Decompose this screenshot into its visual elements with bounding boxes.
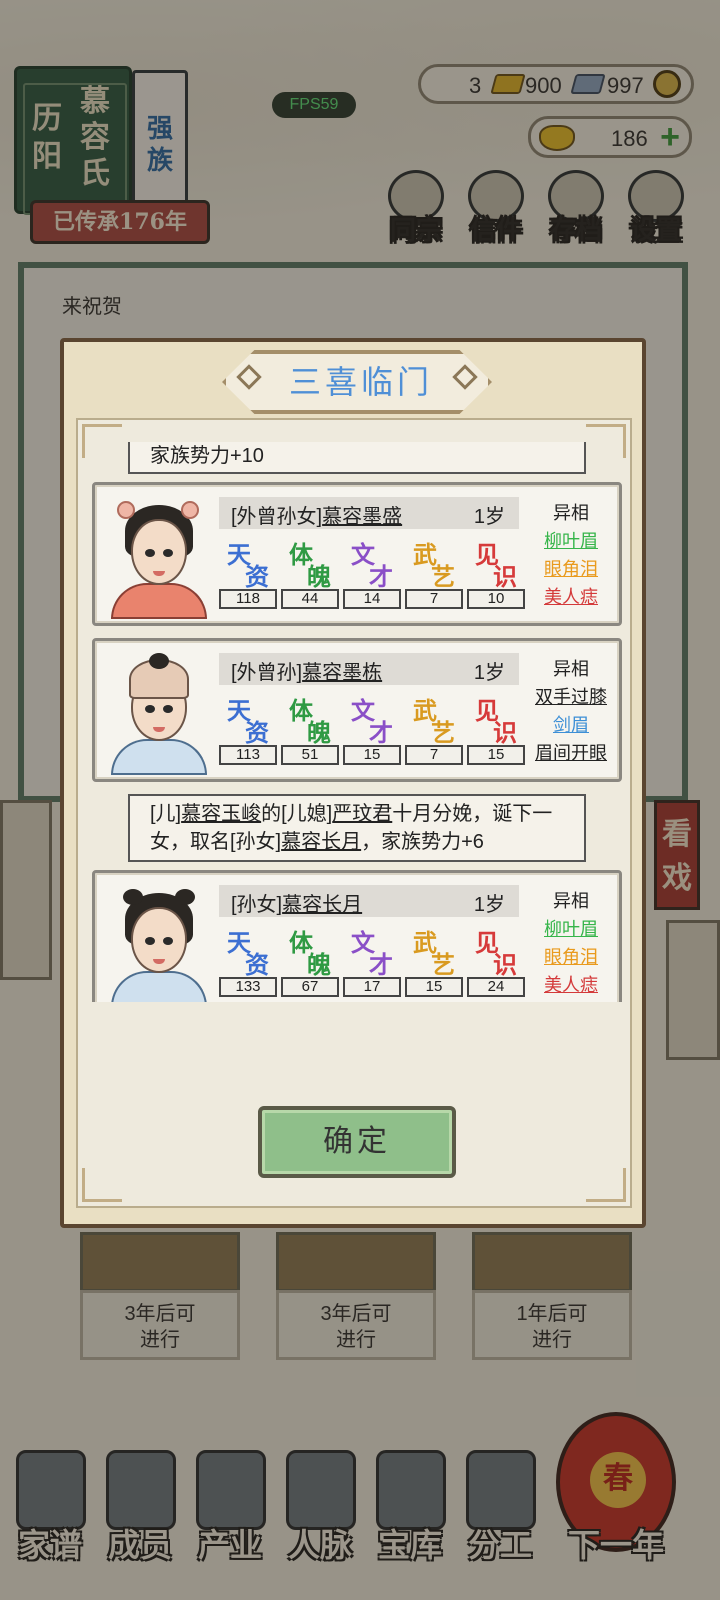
confirm-button[interactable]: 确定 — [258, 1106, 456, 1178]
child-age: 1岁 — [473, 894, 505, 916]
attribute-label: 见识 — [475, 928, 517, 979]
attribute-value: 7 — [405, 745, 463, 765]
attribute-label: 天资 — [227, 540, 269, 591]
attribute-label: 武艺 — [413, 540, 455, 591]
person-link[interactable]: 慕容长月 — [281, 831, 361, 853]
trait[interactable]: 眼角泪 — [521, 555, 621, 583]
name-plate: [孙女]慕容长月 1岁 — [219, 885, 519, 917]
attribute-label: 武艺 — [413, 928, 455, 979]
attribute-label: 见识 — [475, 540, 517, 591]
attribute-label: 天资 — [227, 928, 269, 979]
traits-column: 异相 柳叶眉 眼角泪 美人痣 — [521, 499, 621, 611]
child-name[interactable]: 慕容墨盛 — [322, 506, 402, 528]
trait[interactable]: 柳叶眉 — [521, 527, 621, 555]
person-link[interactable]: 慕容玉峻 — [181, 803, 261, 825]
triple-joy-dialog: 三喜临门 家族势力+10 [外曾孙女]慕容墨盛 1岁 异相 柳叶眉 眼角泪 美人… — [60, 338, 646, 1228]
child-portrait — [109, 647, 209, 775]
child-age: 1岁 — [473, 506, 505, 528]
attribute-value: 67 — [281, 977, 339, 997]
traits-label: 异相 — [553, 891, 589, 911]
child-portrait — [109, 491, 209, 619]
traits-column: 异相 双手过膝 剑眉 眉间开眼 — [521, 655, 621, 767]
attribute-label: 体魄 — [289, 540, 331, 591]
corner-ornament — [82, 1168, 122, 1202]
attribute-value: 44 — [281, 589, 339, 609]
attribute-label: 文才 — [351, 540, 393, 591]
name-plate: [外曾孙女]慕容墨盛 1岁 — [219, 497, 519, 529]
attribute-value: 24 — [467, 977, 525, 997]
relation: [孙女] — [231, 894, 283, 916]
attribute-value: 15 — [343, 745, 401, 765]
corner-ornament — [586, 1168, 626, 1202]
attribute-value: 51 — [281, 745, 339, 765]
child-portrait — [109, 879, 209, 1002]
attribute-value: 118 — [219, 589, 277, 609]
dialog-title-bar: 三喜临门 — [222, 350, 492, 414]
attribute-label: 体魄 — [289, 696, 331, 747]
trait[interactable]: 眉间开眼 — [521, 739, 621, 767]
relation: [外曾孙女] — [231, 506, 323, 528]
attribute-value: 15 — [405, 977, 463, 997]
event-note: 家族势力+10 — [128, 442, 586, 474]
event-list[interactable]: 家族势力+10 [外曾孙女]慕容墨盛 1岁 异相 柳叶眉 眼角泪 美人痣 天 资… — [90, 442, 624, 1002]
child-card[interactable]: [外曾孙]慕容墨栋 1岁 异相 双手过膝 剑眉 眉间开眼 天资 113 体魄 51 文才… — [92, 638, 622, 782]
name-plate: [外曾孙]慕容墨栋 1岁 — [219, 653, 519, 685]
attribute-value: 7 — [405, 589, 463, 609]
attribute-value: 10 — [467, 589, 525, 609]
birth-event-note: [儿]慕容玉峻的[儿媳]严玟君十月分娩，诞下一女，取名[孙女]慕容长月，家族势力… — [128, 794, 586, 862]
attribute-label: 文才 — [351, 696, 393, 747]
trait[interactable]: 双手过膝 — [521, 683, 621, 711]
attribute-value: 17 — [343, 977, 401, 997]
child-age: 1岁 — [473, 662, 505, 684]
trait[interactable]: 柳叶眉 — [521, 915, 621, 943]
traits-column: 异相 柳叶眉 眼角泪 美人痣 — [521, 887, 621, 999]
traits-label: 异相 — [553, 503, 589, 523]
relation: [外曾孙] — [231, 662, 303, 684]
child-name[interactable]: 慕容长月 — [282, 894, 362, 916]
trait[interactable]: 眼角泪 — [521, 943, 621, 971]
child-name[interactable]: 慕容墨栋 — [302, 662, 382, 684]
attribute-label: 文才 — [351, 928, 393, 979]
flower-ornament-icon — [181, 501, 199, 519]
trait[interactable]: 美人痣 — [521, 583, 621, 611]
child-card[interactable]: [孙女]慕容长月 1岁 异相 柳叶眉 眼角泪 美人痣 天资 133 体魄 67 文才 17… — [92, 870, 622, 1002]
person-link[interactable]: 严玟君 — [332, 803, 392, 825]
attribute-label: 体魄 — [289, 928, 331, 979]
trait[interactable]: 美人痣 — [521, 971, 621, 999]
attribute-value: 113 — [219, 745, 277, 765]
attribute-label: 武艺 — [413, 696, 455, 747]
flower-ornament-icon — [117, 501, 135, 519]
attribute-label: 见识 — [475, 696, 517, 747]
attribute-value: 15 — [467, 745, 525, 765]
dialog-title: 三喜临门 — [288, 364, 433, 400]
traits-label: 异相 — [553, 659, 589, 679]
attribute-value: 14 — [343, 589, 401, 609]
attribute-value: 133 — [219, 977, 277, 997]
trait[interactable]: 剑眉 — [521, 711, 621, 739]
attribute-label: 天资 — [227, 696, 269, 747]
child-card[interactable]: [外曾孙女]慕容墨盛 1岁 异相 柳叶眉 眼角泪 美人痣 天资 118 体魄 44 文才… — [92, 482, 622, 626]
